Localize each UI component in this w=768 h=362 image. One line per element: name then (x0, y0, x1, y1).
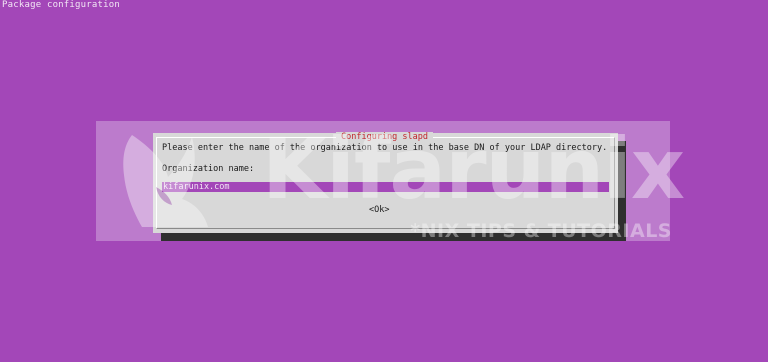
watermark-tagline: *NIX TIPS & TUTORIALS (410, 220, 672, 242)
kifarunix-watermark-logo: Kifarunix *NIX TIPS & TUTORIALS (112, 121, 685, 245)
rhino-horn-icon (123, 135, 208, 227)
window-title: Package configuration (2, 0, 120, 10)
watermark-name: Kifarunix (262, 120, 685, 218)
